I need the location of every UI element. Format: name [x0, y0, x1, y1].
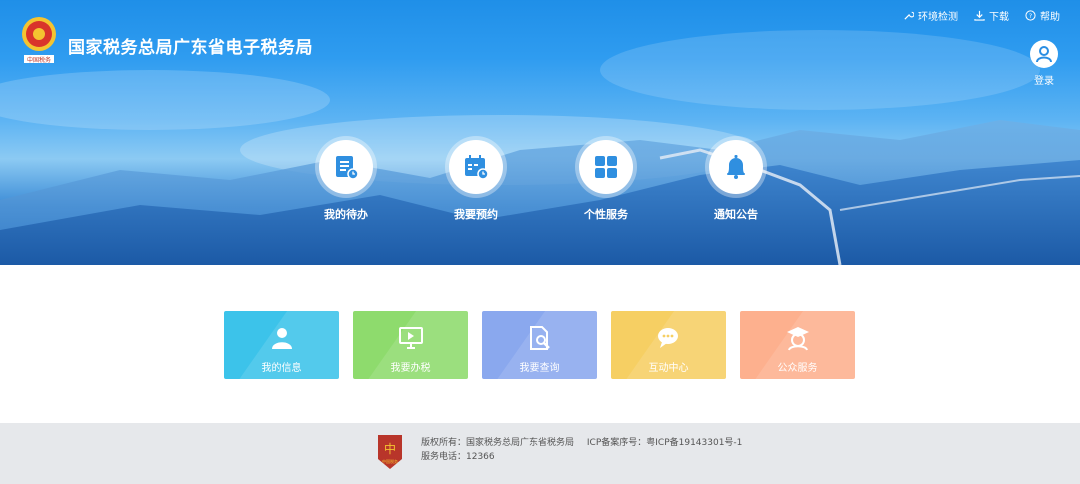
grid-apps-icon	[595, 156, 617, 178]
tile-query[interactable]: 我要查询	[482, 311, 597, 379]
login-button[interactable]: 登录	[1028, 40, 1060, 87]
tile-my-info[interactable]: 我的信息	[224, 311, 339, 379]
calendar-clock-icon	[465, 155, 489, 180]
help-icon: ?	[1025, 10, 1036, 21]
top-link-label: 环境检测	[918, 12, 958, 23]
footer-emblem-caption: 中国税务	[382, 458, 398, 464]
footer-copyright: 版权所有：国家税务总局广东省税务局	[421, 438, 575, 448]
quick-tiles: 我的信息 我要办税 我要查询 互动中心 公众服务	[224, 311, 855, 379]
site-title: 国家税务总局广东省电子税务局	[68, 38, 313, 58]
tile-label: 互动中心	[648, 363, 689, 374]
tile-label: 我要办税	[390, 363, 431, 374]
footer-text: 版权所有：国家税务总局广东省税务局 ICP备案序号：粤ICP备19143301号…	[421, 436, 752, 464]
user-icon	[271, 328, 292, 349]
tile-label: 我的信息	[261, 363, 302, 374]
top-link-download[interactable]: 下载	[974, 8, 1009, 23]
footer: 中 中国税务 版权所有：国家税务总局广东省税务局 ICP备案序号：粤ICP备19…	[0, 423, 1080, 484]
top-link-help[interactable]: ? 帮助	[1025, 8, 1060, 23]
tile-tax-handling[interactable]: 我要办税	[353, 311, 468, 379]
graduate-icon	[786, 327, 809, 351]
nav-label: 我要预约	[454, 208, 498, 221]
download-icon	[974, 10, 985, 21]
tile-label: 公众服务	[777, 363, 818, 374]
todo-document-icon	[336, 156, 359, 180]
nav-personal-service[interactable]: 个性服务	[561, 136, 651, 222]
login-label: 登录	[1034, 76, 1054, 87]
logo-caption: 中国税务	[27, 56, 51, 64]
document-search-icon	[529, 326, 550, 350]
user-avatar-icon	[1030, 40, 1058, 68]
hero-banner: 中国税务 国家税务总局广东省电子税务局 环境检测 下载 ? 帮助 登录 我的待办…	[0, 0, 1080, 265]
tools-icon	[904, 11, 914, 20]
svg-text:中: 中	[384, 441, 396, 456]
nav-my-todo[interactable]: 我的待办	[301, 136, 391, 222]
tile-label: 我要查询	[519, 363, 560, 374]
top-link-environment-check[interactable]: 环境检测	[903, 8, 958, 23]
svg-text:?: ?	[1029, 12, 1032, 20]
top-link-label: 下载	[989, 12, 1009, 23]
nav-label: 个性服务	[584, 208, 628, 221]
top-link-label: 帮助	[1040, 12, 1060, 23]
tile-interaction-center[interactable]: 互动中心	[611, 311, 726, 379]
bell-icon	[727, 155, 745, 179]
nav-notice[interactable]: 通知公告	[691, 136, 781, 222]
nav-appointment[interactable]: 我要预约	[431, 136, 521, 222]
monitor-icon	[398, 327, 423, 349]
nav-label: 通知公告	[714, 208, 758, 221]
footer-icp: ICP备案序号：粤ICP备19143301号-1	[586, 438, 743, 448]
tile-public-service[interactable]: 公众服务	[740, 311, 855, 379]
nav-label: 我的待办	[324, 208, 368, 221]
tax-emblem-logo: 中国税务	[22, 17, 56, 64]
footer-phone: 服务电话：12366	[421, 452, 495, 462]
tax-emblem-footer-icon: 中 中国税务	[378, 435, 402, 469]
top-links: 环境检测 下载 ? 帮助	[903, 8, 1060, 23]
chat-bubbles-icon	[657, 328, 678, 348]
